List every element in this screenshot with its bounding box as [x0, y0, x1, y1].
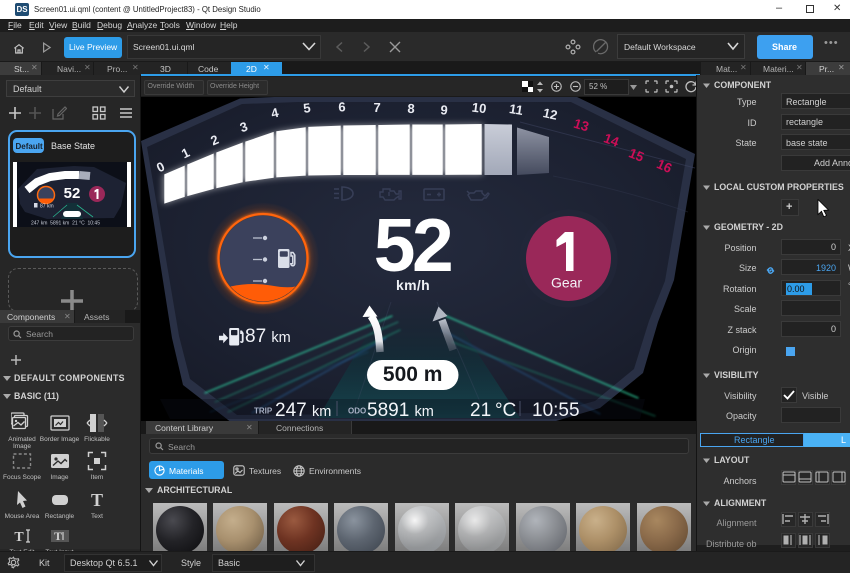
svg-text:87 km: 87 km — [40, 204, 54, 210]
svg-text:87 km: 87 km — [245, 326, 291, 347]
svg-text:T: T — [14, 530, 24, 545]
svg-text:5891 km: 5891 km — [367, 400, 434, 421]
svg-text:ODO: ODO — [348, 407, 366, 416]
svg-text:9: 9 — [440, 102, 449, 118]
svg-text:10: 10 — [471, 100, 487, 117]
svg-text:52: 52 — [64, 185, 81, 202]
svg-text:10:55: 10:55 — [532, 400, 580, 421]
svg-text:7: 7 — [373, 100, 380, 115]
svg-text:T: T — [53, 529, 61, 543]
svg-text:11: 11 — [508, 101, 524, 118]
svg-text:52: 52 — [374, 203, 451, 287]
svg-text:500 m: 500 m — [383, 363, 443, 386]
svg-text:12: 12 — [542, 105, 559, 123]
svg-text:T: T — [91, 490, 103, 510]
svg-text:21 °C: 21 °C — [470, 400, 516, 421]
svg-text:km/h: km/h — [396, 277, 430, 293]
svg-text:8: 8 — [407, 101, 415, 116]
svg-text:6: 6 — [338, 99, 346, 114]
svg-text:Gear: Gear — [551, 275, 582, 291]
svg-text:247 km 5891 km 21 °C 10:45: 247 km 5891 km 21 °C 10:45 — [31, 221, 100, 227]
svg-text:247 km: 247 km — [275, 400, 331, 421]
svg-text:TRIP: TRIP — [254, 407, 273, 416]
